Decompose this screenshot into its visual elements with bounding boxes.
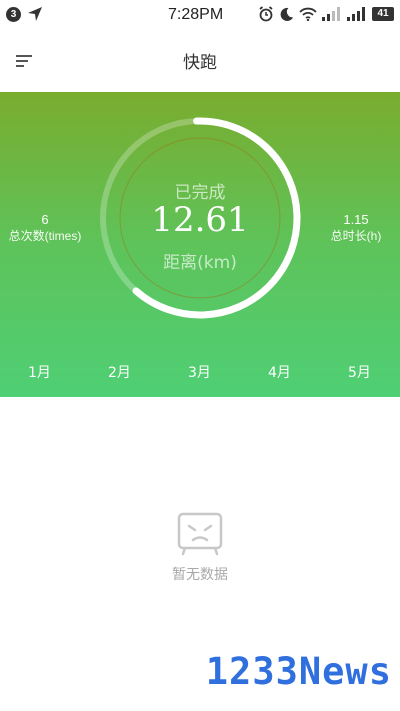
watermark: 1233News	[205, 650, 392, 693]
summary-panel: 已完成 12.61 距离(km) 6 总次数(times) 1.15 总时长(h…	[0, 92, 400, 397]
status-time: 7:28PM	[168, 6, 224, 23]
total-hours-value: 1.15	[343, 212, 369, 227]
navigation-arrow-icon	[28, 7, 42, 21]
distance-label: 距离(km)	[163, 253, 237, 273]
total-times-label: 总次数(times)	[8, 229, 82, 243]
month-tab-1[interactable]: 1月	[28, 362, 51, 382]
page-title: 快跑	[183, 53, 217, 73]
empty-state: 暂无数据	[0, 510, 400, 584]
month-tab-3[interactable]: 3月	[188, 362, 211, 382]
month-selector: 1月 2月 3月 4月 5月	[0, 362, 400, 386]
wifi-icon	[299, 7, 317, 21]
total-hours-label: 总时长(h)	[330, 229, 382, 243]
app-header: 快跑	[0, 30, 400, 92]
battery-icon: 41	[372, 7, 394, 21]
alarm-icon	[259, 6, 273, 22]
notification-count-badge: 3	[6, 6, 21, 22]
signal-icon	[322, 7, 340, 21]
status-bar: 3 7:28PM 41	[0, 0, 400, 30]
status-left: 3	[6, 6, 43, 22]
signal-icon	[347, 7, 365, 21]
status-right: 41	[258, 6, 394, 22]
empty-state-text: 暂无数据	[172, 567, 228, 583]
total-times-value: 6	[41, 212, 49, 227]
month-tab-2[interactable]: 2月	[108, 362, 131, 382]
empty-face-icon	[177, 512, 223, 556]
moon-icon	[280, 7, 294, 21]
total-times-stat: 6 总次数(times)	[4, 212, 86, 244]
month-tab-5[interactable]: 5月	[348, 362, 371, 382]
total-hours-stat: 1.15 总时长(h)	[325, 212, 387, 244]
month-tab-4[interactable]: 4月	[268, 362, 291, 382]
